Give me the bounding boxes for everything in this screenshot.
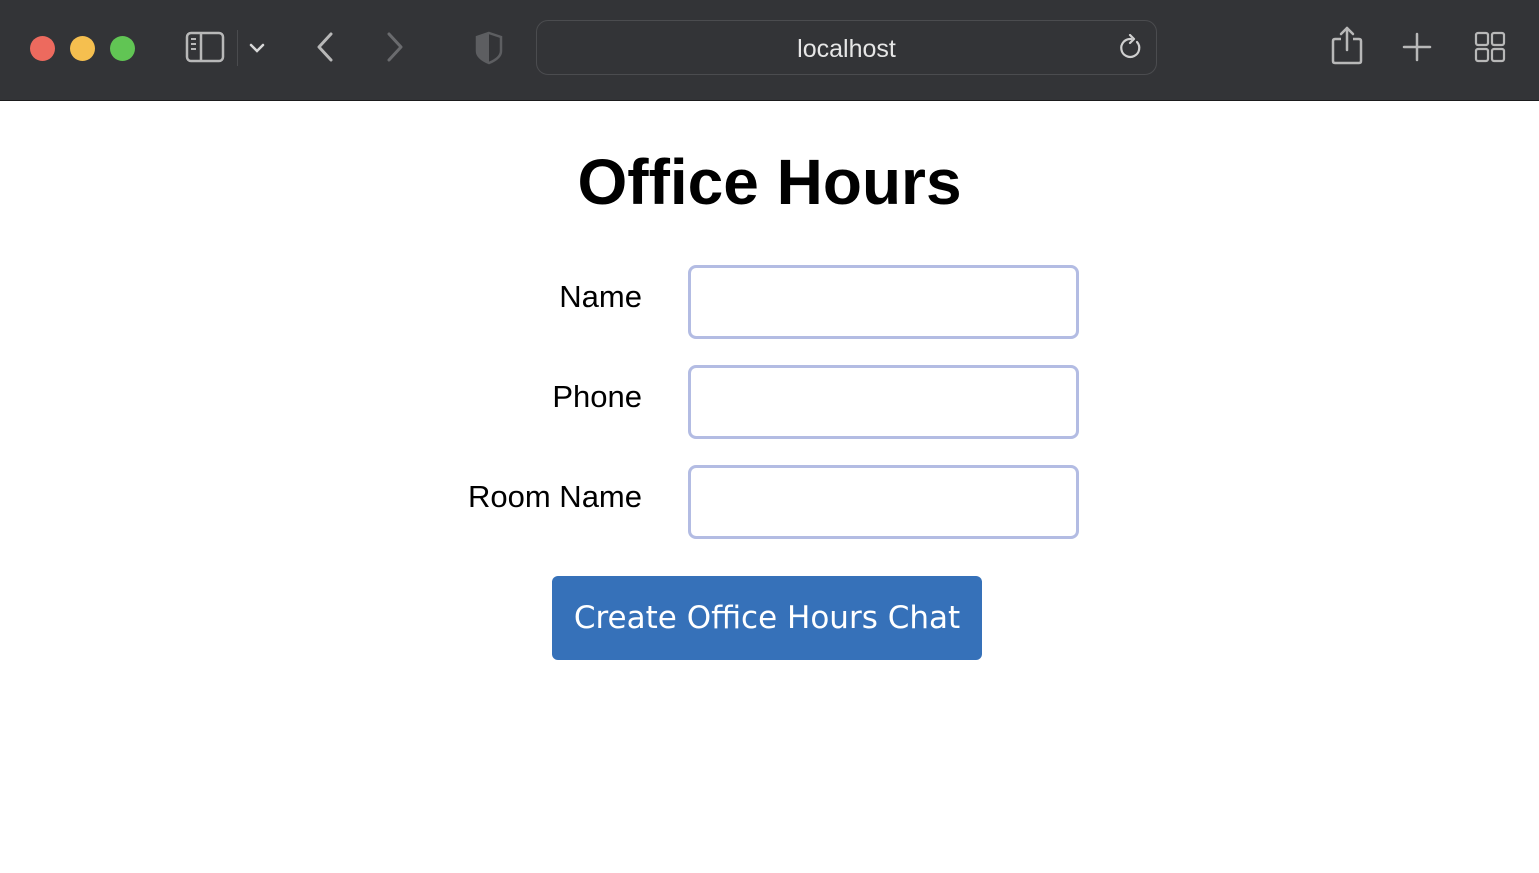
toolbar-divider xyxy=(237,30,238,66)
browser-toolbar: localhost xyxy=(0,0,1539,101)
shield-icon[interactable] xyxy=(472,30,506,66)
close-window-icon[interactable] xyxy=(30,36,55,61)
maximize-window-icon[interactable] xyxy=(110,36,135,61)
name-label: Name xyxy=(559,279,642,314)
page-content: Office Hours Name Phone Room Name Create… xyxy=(0,101,1539,873)
create-office-hours-chat-button[interactable]: Create Office Hours Chat xyxy=(552,576,982,660)
plus-icon[interactable] xyxy=(1400,30,1434,64)
phone-label: Phone xyxy=(552,379,642,414)
form-row-room-name: Room Name xyxy=(0,465,1539,539)
form-row-phone: Phone xyxy=(0,365,1539,439)
reload-icon[interactable] xyxy=(1118,33,1144,67)
name-input[interactable] xyxy=(688,265,1079,339)
url-text[interactable]: localhost xyxy=(537,35,1156,64)
address-bar[interactable]: localhost xyxy=(536,20,1157,75)
forward-arrow-icon[interactable] xyxy=(380,30,410,64)
grid-icon[interactable] xyxy=(1472,30,1508,64)
back-arrow-icon[interactable] xyxy=(310,30,340,64)
sidebar-icon[interactable] xyxy=(184,30,226,64)
page-title: Office Hours xyxy=(577,146,962,218)
chevron-down-icon[interactable] xyxy=(247,38,267,58)
share-icon[interactable] xyxy=(1330,24,1364,66)
minimize-window-icon[interactable] xyxy=(70,36,95,61)
form-row-name: Name xyxy=(0,265,1539,339)
phone-input[interactable] xyxy=(688,365,1079,439)
room-name-input[interactable] xyxy=(688,465,1079,539)
room-name-label: Room Name xyxy=(468,479,642,514)
